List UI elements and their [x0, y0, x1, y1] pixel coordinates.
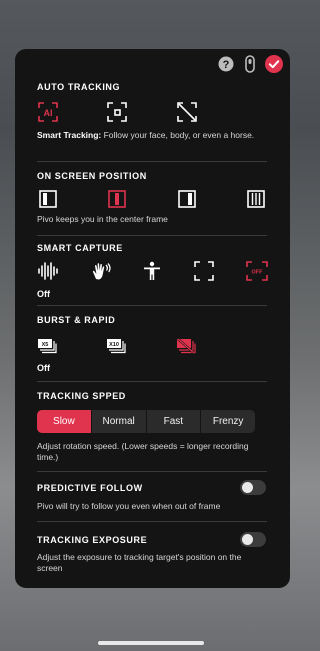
- smart-tracking-label: Smart Tracking:: [37, 130, 102, 140]
- confirm-check-icon[interactable]: [265, 55, 283, 73]
- settings-panel: ? AUTO TRACKING AI Smart Tracking: Follo…: [15, 49, 290, 588]
- smart-tracking-text: Follow your face, body, or even a horse.: [101, 130, 255, 140]
- tracking-exposure-section: TRACKING EXPOSURE: [37, 535, 269, 545]
- body-pose-icon[interactable]: [141, 260, 163, 282]
- home-indicator: [98, 641, 204, 645]
- device-remote-icon[interactable]: [241, 55, 259, 73]
- screen-position-section: ON SCREEN POSITION: [37, 171, 269, 181]
- position-right-icon[interactable]: [176, 188, 198, 210]
- burst-rapid-section: BURST & RAPID: [37, 315, 269, 325]
- smart-capture-section: SMART CAPTURE: [37, 243, 269, 253]
- toggle-knob: [242, 482, 253, 493]
- divider: [37, 381, 267, 382]
- top-bar: ?: [217, 55, 283, 73]
- tracking-speed-section: TRACKING SPPED: [37, 391, 269, 401]
- capture-off-icon[interactable]: OFF: [246, 260, 268, 282]
- hand-wave-icon[interactable]: [90, 260, 112, 282]
- divider: [37, 235, 267, 236]
- predictive-follow-section: PREDICTIVE FOLLOW: [37, 483, 269, 493]
- screen-position-description: Pivo keeps you in the center frame: [37, 214, 168, 224]
- speed-option-frenzy[interactable]: Frenzy: [201, 410, 255, 433]
- speed-option-normal[interactable]: Normal: [92, 410, 147, 433]
- tracking-exposure-toggle[interactable]: [240, 532, 266, 547]
- toggle-knob: [242, 534, 253, 545]
- sound-wave-icon[interactable]: [37, 260, 59, 282]
- frame-icon[interactable]: [193, 260, 215, 282]
- burst-x5-label: X5: [42, 342, 49, 348]
- smart-target-icon[interactable]: [106, 101, 128, 123]
- ai-tracking-icon[interactable]: AI: [37, 101, 59, 123]
- burst-rapid-status: Off: [37, 363, 50, 373]
- auto-tracking-description: Smart Tracking: Follow your face, body, …: [37, 130, 257, 141]
- tracking-speed-description: Adjust rotation speed. (Lower speeds = l…: [37, 441, 249, 462]
- speed-option-fast[interactable]: Fast: [147, 410, 202, 433]
- burst-x5-icon[interactable]: X5: [37, 335, 57, 357]
- divider: [37, 305, 267, 306]
- auto-tracking-section: AUTO TRACKING: [37, 82, 269, 92]
- divider: [37, 161, 267, 162]
- position-center-icon[interactable]: [106, 188, 128, 210]
- svg-text:AI: AI: [44, 108, 53, 118]
- divider: [37, 471, 267, 472]
- auto-tracking-title: AUTO TRACKING: [37, 82, 121, 92]
- tracking-off-icon[interactable]: [176, 101, 198, 123]
- burst-x10-icon[interactable]: X10: [106, 335, 126, 357]
- position-full-icon[interactable]: [245, 188, 267, 210]
- divider: [37, 521, 267, 522]
- position-left-icon[interactable]: [37, 188, 59, 210]
- tracking-exposure-title: TRACKING EXPOSURE: [37, 535, 148, 545]
- burst-x10-label: X10: [109, 342, 119, 348]
- burst-rapid-title: BURST & RAPID: [37, 315, 116, 325]
- tracking-exposure-description: Adjust the exposure to tracking target's…: [37, 552, 242, 573]
- tracking-speed-title: TRACKING SPPED: [37, 391, 126, 401]
- predictive-follow-toggle[interactable]: [240, 480, 266, 495]
- burst-off-icon[interactable]: [176, 335, 196, 357]
- smart-capture-title: SMART CAPTURE: [37, 243, 123, 253]
- svg-text:?: ?: [223, 59, 230, 71]
- predictive-follow-description: Pivo will try to follow you even when ou…: [37, 501, 221, 511]
- help-icon[interactable]: ?: [217, 55, 235, 73]
- smart-capture-status: Off: [37, 289, 50, 299]
- speed-option-slow[interactable]: Slow: [37, 410, 92, 433]
- screen-position-title: ON SCREEN POSITION: [37, 171, 147, 181]
- tracking-speed-segmented-control: Slow Normal Fast Frenzy: [37, 410, 255, 433]
- capture-off-badge: OFF: [252, 270, 264, 276]
- predictive-follow-title: PREDICTIVE FOLLOW: [37, 483, 143, 493]
